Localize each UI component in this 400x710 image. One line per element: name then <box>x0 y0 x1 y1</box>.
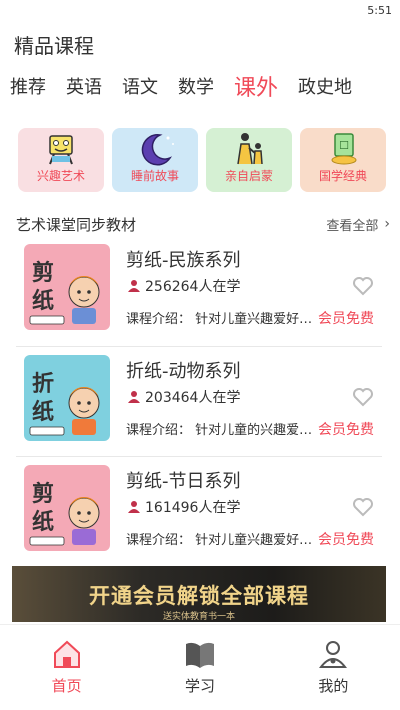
learner-icon <box>128 280 140 292</box>
svg-text:剪: 剪 <box>32 481 54 507</box>
user-icon <box>319 641 348 668</box>
heart-icon[interactable] <box>352 276 374 296</box>
course-learners: 256264人在学 <box>126 276 240 296</box>
page-title: 精品课程 <box>14 34 94 58</box>
tab-recommend[interactable]: 推荐 <box>10 73 46 99</box>
tab-extracurricular[interactable]: 课外 <box>234 70 278 102</box>
nav-home[interactable]: 首页 <box>0 625 133 710</box>
nav-profile[interactable]: 我的 <box>267 625 400 710</box>
course-title: 折纸-动物系列 <box>126 361 241 382</box>
course-learners-count: 161496人在学 <box>145 500 241 516</box>
svg-text:纸: 纸 <box>32 288 54 314</box>
banner-headline: 开通会员解锁全部课程 <box>89 584 309 608</box>
status-time: 5:51 <box>367 4 392 17</box>
category-label: 亲自启蒙 <box>224 169 273 183</box>
course-description: 课程介绍： 针对儿童兴趣爱好设计 <box>126 312 316 327</box>
learner-icon <box>128 391 140 403</box>
course-thumbnail: 剪 纸 <box>24 465 110 551</box>
learner-icon <box>128 501 140 513</box>
tab-math[interactable]: 数学 <box>178 73 214 99</box>
easel-icon <box>49 135 73 165</box>
status-bar: 5:51 <box>0 0 400 22</box>
view-all-label: 查看全部 <box>326 218 379 234</box>
category-label: 睡前故事 <box>130 169 179 183</box>
tab-chinese[interactable]: 语文 <box>122 73 158 99</box>
nav-label: 我的 <box>318 677 349 695</box>
category-parent-child[interactable]: 亲自启蒙 <box>206 128 292 192</box>
tab-politics-history-geography[interactable]: 政史地 <box>298 73 352 99</box>
category-label: 兴趣艺术 <box>36 169 85 183</box>
course-thumbnail: 剪 纸 <box>24 244 110 330</box>
category-bedtime-story[interactable]: 睡前故事 <box>112 128 198 192</box>
course-list: 剪 纸 剪纸-民族系列 256264人在学 课程介绍： 针对儿童兴趣爱好设计 会… <box>0 236 400 566</box>
member-free-badge: 会员免费 <box>318 311 374 327</box>
svg-text:纸: 纸 <box>32 399 54 425</box>
category-label: 国学经典 <box>318 169 367 183</box>
banner-subtext: 送实体教育书一本 <box>162 612 235 622</box>
course-thumbnail-image: 折 纸 <box>24 355 110 441</box>
member-free-badge: 会员免费 <box>318 422 374 438</box>
member-free-badge: 会员免费 <box>318 532 374 548</box>
book-icon: ☐ <box>331 133 357 165</box>
course-learners-count: 203464人在学 <box>145 390 241 406</box>
course-thumbnail: 折 纸 <box>24 355 110 441</box>
category-art[interactable]: 兴趣艺术 <box>18 128 104 192</box>
view-all-link[interactable]: 查看全部 › <box>326 215 390 234</box>
category-tabs: 推荐 英语 语文 数学 课外 政史地 <box>10 70 390 102</box>
course-item[interactable]: 剪 纸 剪纸-民族系列 256264人在学 课程介绍： 针对儿童兴趣爱好设计 会… <box>16 236 382 346</box>
course-learners-count: 256264人在学 <box>145 279 241 295</box>
svg-text:剪: 剪 <box>32 260 54 286</box>
category-cards: 兴趣艺术 睡前故事 亲自启蒙 ☐ 国学经典 <box>18 128 386 194</box>
nav-label: 首页 <box>51 677 82 695</box>
home-icon <box>53 640 80 668</box>
course-description: 课程介绍： 针对儿童的兴趣爱好设计 <box>126 423 316 438</box>
section-title: 艺术课堂同步教材 <box>16 215 137 234</box>
nav-label: 学习 <box>184 677 215 695</box>
svg-text:折: 折 <box>32 371 54 397</box>
bottom-nav: 首页 学习 我的 <box>0 624 400 710</box>
parent-child-icon <box>237 133 263 165</box>
course-thumbnail-image: 剪 纸 <box>24 465 110 551</box>
nav-study[interactable]: 学习 <box>133 625 266 710</box>
course-thumbnail-image: 剪 纸 <box>24 244 110 330</box>
moon-icon <box>141 134 174 166</box>
course-description: 课程介绍： 针对儿童兴趣爱好设计 <box>126 533 316 548</box>
heart-icon[interactable] <box>352 497 374 517</box>
section-header: 艺术课堂同步教材 查看全部 › <box>16 212 390 236</box>
course-title: 剪纸-民族系列 <box>126 250 241 271</box>
membership-banner[interactable]: 开通会员解锁全部课程 送实体教育书一本 <box>12 566 386 622</box>
svg-text:☐: ☐ <box>339 139 349 152</box>
course-item[interactable]: 折 纸 折纸-动物系列 203464人在学 课程介绍： 针对儿童的兴趣爱好设计 <box>16 346 382 456</box>
course-item[interactable]: 剪 纸 剪纸-节日系列 161496人在学 课程介绍： 针对儿童兴趣爱好设计 会… <box>16 456 382 566</box>
chevron-right-icon: › <box>384 216 390 232</box>
heart-icon[interactable] <box>352 387 374 407</box>
course-learners: 203464人在学 <box>126 387 240 407</box>
tab-english[interactable]: 英语 <box>66 73 102 99</box>
open-book-icon <box>185 642 214 668</box>
svg-text:纸: 纸 <box>32 509 54 535</box>
category-chinese-classics[interactable]: ☐ 国学经典 <box>300 128 386 192</box>
course-learners: 161496人在学 <box>126 497 240 517</box>
course-title: 剪纸-节日系列 <box>126 471 241 492</box>
